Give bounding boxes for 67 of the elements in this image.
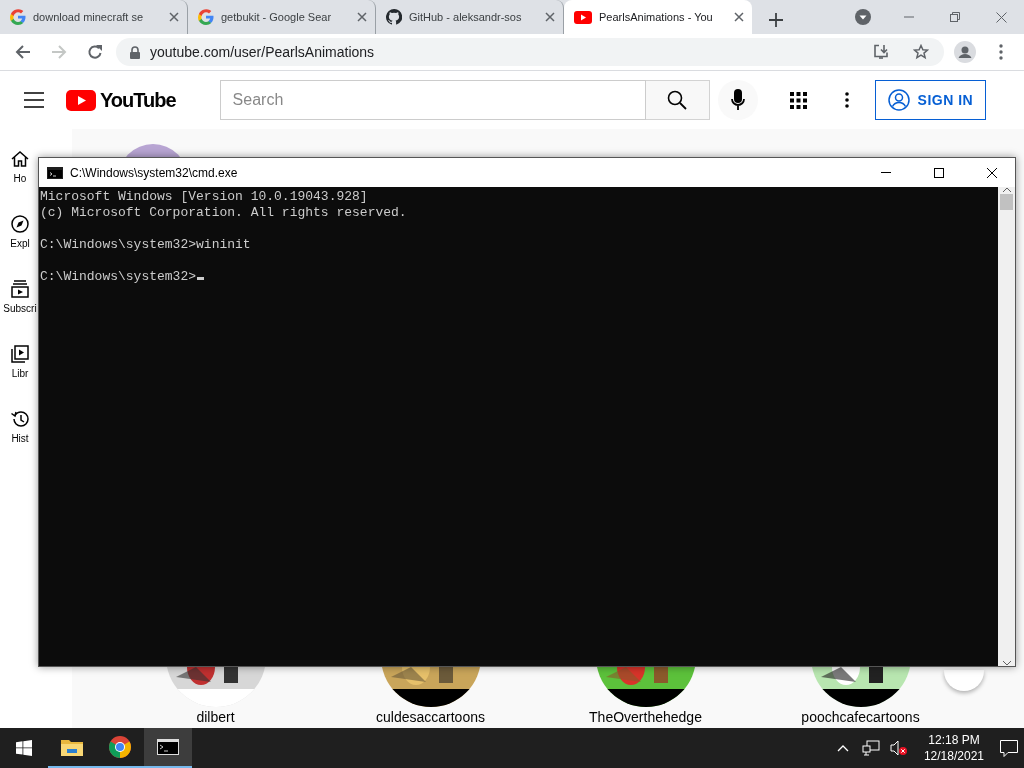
sidebar-item[interactable]: Ho [13, 173, 27, 184]
chrome-icon [109, 736, 131, 758]
home-icon[interactable] [10, 149, 30, 169]
youtube-logo[interactable]: YouTube [66, 88, 176, 112]
network-icon [861, 740, 880, 756]
lock-icon [130, 45, 140, 59]
more-icon [844, 92, 849, 108]
date-text: 12/18/2021 [923, 748, 984, 764]
sidebar-item[interactable]: Libr [11, 368, 29, 379]
forward-arrow-icon [51, 44, 67, 60]
reload-icon [87, 44, 103, 60]
console-icon [47, 166, 63, 179]
folder-icon [61, 738, 83, 756]
close-icon [987, 167, 997, 178]
subscriptions-icon[interactable] [10, 279, 30, 299]
download-icon [873, 44, 889, 60]
restore-icon [950, 12, 960, 22]
browser-tab[interactable]: PearlsAnimations - You [564, 0, 752, 34]
scrollbar-thumb[interactable] [1000, 194, 1013, 210]
close-icon [995, 11, 1007, 23]
window-title: C:\Windows\system32\cmd.exe [70, 165, 239, 180]
console-line: C:\Windows\system32>wininit [40, 237, 251, 253]
console-icon [157, 739, 179, 755]
play-icon [66, 89, 96, 111]
caret-icon [836, 744, 849, 752]
google-icon [198, 9, 214, 25]
menu-icon [24, 92, 44, 108]
sign-in-button[interactable]: SIGN IN [874, 80, 987, 120]
channel-name[interactable]: TheOverthehedge [589, 709, 702, 725]
voice-search-button[interactable] [717, 80, 758, 120]
maximize-icon [934, 167, 944, 178]
avatar-icon [954, 41, 976, 63]
search-button[interactable] [645, 80, 710, 120]
star-icon [913, 44, 929, 60]
avatar-icon [887, 89, 910, 111]
menu-button[interactable] [24, 92, 44, 108]
sidebar-item[interactable]: Expl [10, 238, 30, 249]
cat-icon [386, 9, 402, 25]
history-icon[interactable] [10, 409, 30, 429]
explore-icon[interactable] [10, 214, 30, 234]
console-line: C:\Windows\system32> [40, 269, 197, 285]
sidebar-item[interactable]: Subscri [3, 303, 37, 314]
plus-icon [769, 13, 783, 27]
console-line: (c) Microsoft Corporation. All rights reserved. [40, 205, 407, 221]
windows-icon [16, 740, 32, 756]
time-text: 12:18 PM [928, 732, 980, 748]
more-icon [999, 44, 1003, 60]
minimize-icon [881, 172, 891, 173]
search-field[interactable]: Search [219, 80, 646, 120]
grid-icon [790, 91, 808, 109]
muted-speaker-icon [889, 740, 908, 756]
channel-name[interactable]: poochcafecartoons [801, 709, 920, 725]
sidebar-item[interactable]: Hist [11, 433, 29, 444]
console-line: Microsoft Windows [Version 10.0.19043.928] [40, 189, 368, 205]
address-bar[interactable]: youtube.com/user/PearlsAnimations [116, 38, 944, 66]
library-icon[interactable] [10, 344, 30, 364]
play-icon [574, 10, 592, 24]
search-icon [667, 90, 688, 110]
speech-bubble-icon [1000, 739, 1018, 757]
channel-name[interactable]: dilbert [196, 709, 235, 725]
back-arrow-icon [15, 44, 31, 60]
channel-name[interactable]: culdesaccartoons [376, 709, 485, 725]
taskbar-app[interactable] [144, 728, 192, 768]
microphone-icon [730, 89, 745, 111]
google-icon [10, 9, 26, 25]
clock[interactable]: 12:18 PM 12/18/2021 [915, 732, 992, 764]
dropdown-icon [855, 9, 871, 25]
